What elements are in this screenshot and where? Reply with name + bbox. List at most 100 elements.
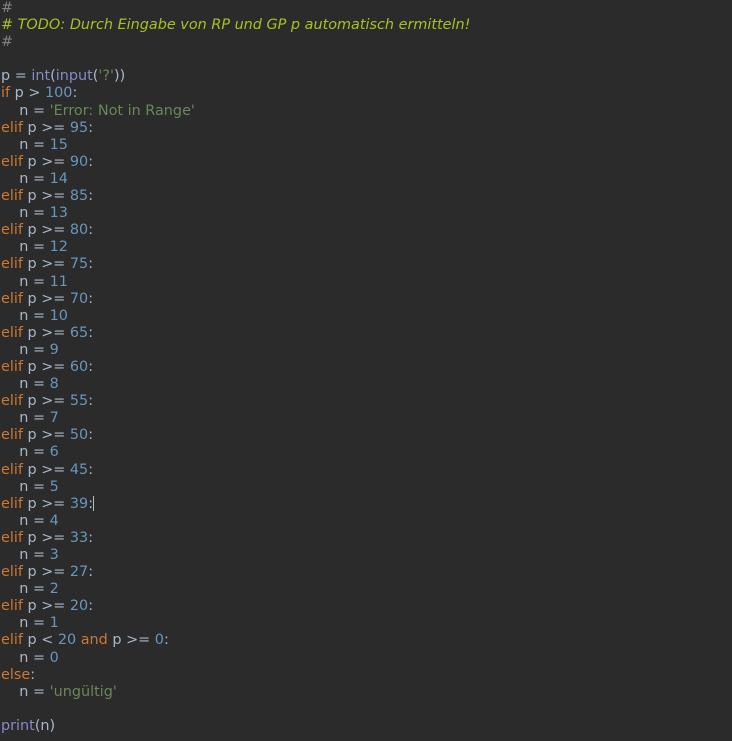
code-token-ident: n = xyxy=(1,649,50,666)
code-line[interactable]: elif p >= 65: xyxy=(0,325,732,342)
code-token-num: 10 xyxy=(49,307,68,324)
code-token-num: 1 xyxy=(49,615,59,632)
code-token-num: 80 xyxy=(69,222,89,239)
code-line[interactable]: elif p >= 80: xyxy=(0,222,732,239)
code-token-num: 45 xyxy=(69,461,89,478)
code-line[interactable]: elif p >= 20: xyxy=(0,598,732,615)
code-line[interactable] xyxy=(0,51,732,68)
code-token-ident: : xyxy=(163,632,169,649)
code-line[interactable]: elif p >= 95: xyxy=(0,120,732,137)
code-line[interactable]: elif p >= 39: xyxy=(0,495,732,513)
code-token-num: 65 xyxy=(69,324,89,341)
code-token-kw: elif xyxy=(1,358,23,375)
code-token-ident: : xyxy=(88,119,94,136)
code-token-ident: p >= xyxy=(22,222,70,239)
code-token-ident: n = xyxy=(1,444,50,461)
code-token-ident: n = xyxy=(1,410,50,427)
code-token-ident: n = xyxy=(1,615,50,632)
code-token-ident: : xyxy=(72,85,78,102)
code-token-num: 27 xyxy=(69,564,89,581)
code-line[interactable]: elif p >= 90: xyxy=(0,154,732,171)
code-line[interactable]: elif p >= 60: xyxy=(0,359,732,376)
code-token-num: 14 xyxy=(49,170,68,187)
code-line[interactable]: elif p >= 33: xyxy=(0,530,732,547)
code-line[interactable]: print(n) xyxy=(0,718,732,735)
code-line[interactable]: elif p >= 75: xyxy=(0,256,732,273)
code-token-kw: elif xyxy=(1,256,23,273)
code-line[interactable]: n = 3 xyxy=(0,547,732,564)
code-token-ident: n = xyxy=(1,376,50,393)
code-line[interactable]: n = 12 xyxy=(0,239,732,256)
code-token-ident: p < xyxy=(22,632,58,649)
code-line[interactable]: n = 8 xyxy=(0,376,732,393)
code-line[interactable]: elif p < 20 and p >= 0: xyxy=(0,632,732,649)
code-line[interactable]: n = 4 xyxy=(0,513,732,530)
code-line[interactable]: elif p >= 85: xyxy=(0,188,732,205)
code-token-ident: n = xyxy=(1,239,50,256)
code-token-ident: : xyxy=(88,153,94,170)
code-line[interactable]: # xyxy=(0,34,732,51)
code-token-ident: p >= xyxy=(22,119,70,136)
code-token-num: 33 xyxy=(69,529,89,546)
code-token-kw: elif xyxy=(1,495,23,512)
code-token-kw: elif xyxy=(1,324,23,341)
code-token-kw: else xyxy=(1,666,31,683)
code-token-num: 55 xyxy=(69,393,89,410)
code-line[interactable]: n = 11 xyxy=(0,274,732,291)
code-token-ident: p >= xyxy=(22,598,70,615)
code-token-num: 13 xyxy=(49,205,68,222)
code-line[interactable]: p = int(input('?')) xyxy=(0,68,732,85)
code-token-num: 90 xyxy=(69,153,89,170)
code-token-ident: : xyxy=(88,461,94,478)
code-token-ident: n = xyxy=(1,683,50,700)
code-line[interactable]: n = 15 xyxy=(0,137,732,154)
code-token-ident: : xyxy=(88,290,94,307)
code-token-ident: n = xyxy=(1,205,50,222)
code-token-ident: p > xyxy=(10,85,45,102)
code-line[interactable] xyxy=(0,701,732,718)
code-line[interactable]: elif p >= 45: xyxy=(0,462,732,479)
code-token-ident: n = xyxy=(1,170,50,187)
code-token-comment: # xyxy=(1,34,14,51)
code-editor[interactable]: # # TODO: Durch Eingabe von RP und GP p a… xyxy=(0,0,732,741)
code-line[interactable]: n = 'Error: Not in Range' xyxy=(0,103,732,120)
code-line[interactable]: n = 9 xyxy=(0,342,732,359)
code-token-ident: p >= xyxy=(22,324,70,341)
code-line[interactable]: n = 10 xyxy=(0,308,732,325)
code-line[interactable]: elif p >= 50: xyxy=(0,427,732,444)
code-line[interactable]: n = 7 xyxy=(0,410,732,427)
code-token-kw: elif xyxy=(1,564,23,581)
code-line[interactable]: elif p >= 55: xyxy=(0,393,732,410)
code-token-ident: p >= xyxy=(22,153,70,170)
code-token-num: 70 xyxy=(69,290,89,307)
code-line[interactable]: n = 0 xyxy=(0,650,732,667)
code-line[interactable]: elif p >= 70: xyxy=(0,291,732,308)
code-line[interactable]: n = 6 xyxy=(0,444,732,461)
code-token-num: 0 xyxy=(49,649,59,666)
code-line[interactable]: n = 1 xyxy=(0,615,732,632)
code-line[interactable]: # xyxy=(0,0,732,17)
code-token-ident: : xyxy=(88,358,94,375)
code-token-kw: elif xyxy=(1,461,23,478)
code-line[interactable]: n = 13 xyxy=(0,205,732,222)
code-line[interactable]: n = 5 xyxy=(0,479,732,496)
code-token-ident: p >= xyxy=(22,461,70,478)
code-token-num: 20 xyxy=(69,598,89,615)
code-line[interactable]: if p > 100: xyxy=(0,85,732,102)
code-line[interactable]: n = 'ungültig' xyxy=(0,684,732,701)
code-token-todo: # TODO: Durch Eingabe von RP und GP p au… xyxy=(1,17,471,34)
code-token-num: 11 xyxy=(49,273,68,290)
code-line[interactable]: n = 2 xyxy=(0,581,732,598)
code-token-ident: p >= xyxy=(22,495,70,512)
code-token-ident: : xyxy=(88,427,94,444)
code-line[interactable]: else: xyxy=(0,667,732,684)
code-token-kw: and xyxy=(80,632,108,649)
code-token-ident: (n) xyxy=(34,717,56,734)
code-line[interactable]: n = 14 xyxy=(0,171,732,188)
code-token-ident: : xyxy=(88,188,94,205)
code-token-num: 0 xyxy=(154,632,164,649)
code-token-ident: : xyxy=(88,324,94,341)
code-line[interactable]: elif p >= 27: xyxy=(0,564,732,581)
code-line[interactable]: # TODO: Durch Eingabe von RP und GP p au… xyxy=(0,17,732,34)
code-token-builtin: print xyxy=(1,717,35,734)
